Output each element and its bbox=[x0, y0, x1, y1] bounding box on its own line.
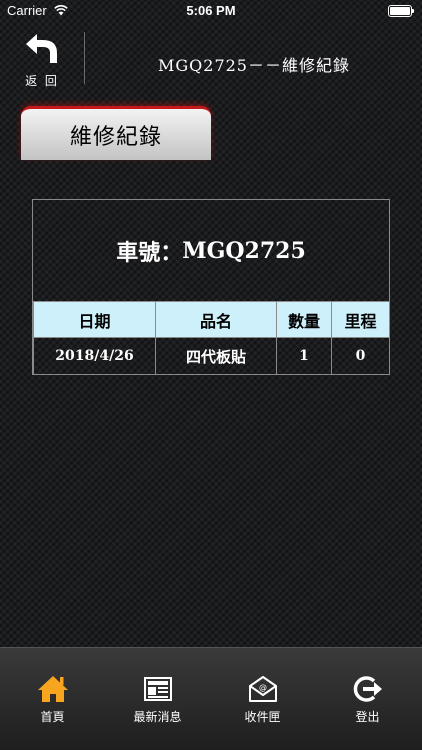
col-header-mileage: 里程 bbox=[331, 301, 390, 338]
tab-home-label: 首頁 bbox=[40, 710, 65, 724]
maintenance-record-card: 車號： MGQ2725 日期 品名 數量 里程 2018/4/26 四代板貼 1… bbox=[32, 199, 390, 375]
bottom-tab-bar: 首頁 最新消息 @ 收件匣 登出 bbox=[0, 647, 422, 750]
table-row: 2018/4/26 四代板貼 1 0 bbox=[33, 337, 390, 375]
tab-inbox-label: 收件匣 bbox=[244, 710, 281, 724]
home-icon bbox=[38, 676, 68, 702]
status-bar: Carrier 5:06 PM bbox=[0, 0, 422, 22]
plate-number-heading: 車號： MGQ2725 bbox=[33, 200, 389, 302]
newspaper-icon bbox=[144, 677, 172, 701]
tab-logout[interactable]: 登出 bbox=[315, 648, 420, 728]
cell-quantity: 1 bbox=[276, 337, 332, 375]
table-header-row: 日期 品名 數量 里程 bbox=[33, 301, 390, 338]
col-header-item-name: 品名 bbox=[155, 301, 277, 338]
back-label: 返 回 bbox=[25, 74, 59, 88]
tab-logout-label: 登出 bbox=[355, 710, 380, 724]
cell-date: 2018/4/26 bbox=[33, 337, 156, 375]
col-header-quantity: 數量 bbox=[276, 301, 332, 338]
status-time: 5:06 PM bbox=[186, 3, 236, 18]
header-divider bbox=[84, 32, 85, 84]
mail-icon: @ bbox=[249, 676, 277, 702]
plate-label: 車號： bbox=[116, 240, 183, 266]
tab-news[interactable]: 最新消息 bbox=[105, 648, 210, 728]
cell-item-name: 四代板貼 bbox=[155, 337, 277, 375]
back-arrow-icon bbox=[26, 34, 57, 63]
battery-icon bbox=[388, 5, 414, 17]
cell-mileage: 0 bbox=[331, 337, 390, 375]
logout-icon bbox=[353, 676, 382, 702]
page-title: MGQ2725－－維修紀錄 bbox=[157, 56, 350, 75]
tab-maintenance-record[interactable]: 維修紀錄 bbox=[21, 106, 211, 160]
col-header-date: 日期 bbox=[33, 301, 156, 338]
tab-inbox[interactable]: @ 收件匣 bbox=[210, 648, 315, 728]
tab-home[interactable]: 首頁 bbox=[0, 648, 105, 728]
records-table: 日期 品名 數量 里程 2018/4/26 四代板貼 1 0 bbox=[33, 301, 390, 375]
plate-value: MGQ2725 bbox=[182, 238, 306, 264]
back-button[interactable]: 返 回 bbox=[20, 32, 64, 88]
svg-text:@: @ bbox=[259, 683, 267, 692]
tab-news-label: 最新消息 bbox=[133, 710, 182, 724]
